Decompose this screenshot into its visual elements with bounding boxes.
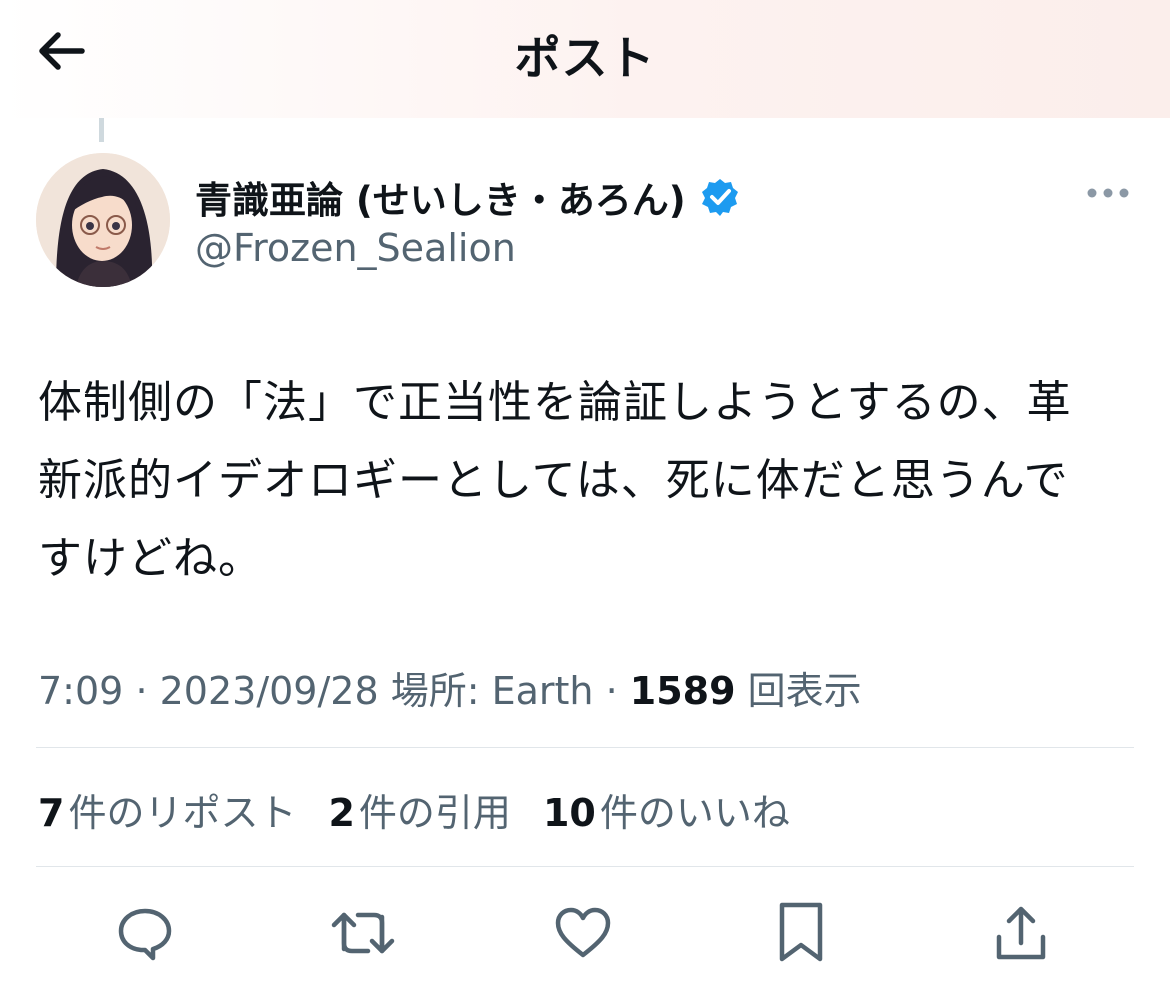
share-button[interactable] xyxy=(986,898,1056,968)
meta-separator: · xyxy=(605,669,630,713)
author-name-text: 青識亜論 (せいしき・あろん) xyxy=(195,179,686,222)
likes-count: 10 xyxy=(542,791,596,835)
avatar[interactable] xyxy=(36,153,170,287)
reply-button[interactable] xyxy=(110,898,180,968)
action-bar xyxy=(0,898,1170,968)
views-label: 回表示 xyxy=(747,669,862,713)
author-handle[interactable]: @Frozen_Sealion xyxy=(195,226,516,270)
post-location: 場所: Earth xyxy=(390,669,594,713)
quotes-stat[interactable]: 2 件の引用 xyxy=(328,782,510,837)
like-icon xyxy=(555,907,611,958)
divider xyxy=(36,747,1134,748)
post-text-line: すけどね。 xyxy=(38,533,263,584)
quotes-count: 2 xyxy=(328,791,355,835)
repost-button[interactable] xyxy=(328,898,398,968)
bookmark-icon xyxy=(779,902,823,962)
verified-badge-icon xyxy=(700,177,740,217)
top-bar: ポスト xyxy=(0,0,1170,118)
repost-icon xyxy=(331,912,395,954)
reposts-count: 7 xyxy=(38,791,65,835)
reposts-stat[interactable]: 7 件のリポスト xyxy=(38,782,296,837)
thread-line xyxy=(99,118,104,142)
post-meta: 7:09 · 2023/09/28 場所: Earth · 1589 回表示 xyxy=(38,660,862,715)
post-text: 体制側の「法」で正当性を論証しようとするの、革 新派的イデオロギーとしては、死に… xyxy=(38,364,1138,598)
page-title: ポスト xyxy=(514,31,656,85)
more-dots-icon xyxy=(1087,188,1129,198)
reposts-label: 件のリポスト xyxy=(68,791,297,835)
post-text-line: 新派的イデオロギーとしては、死に体だと思うんで xyxy=(38,455,1069,506)
more-options-button[interactable] xyxy=(1082,176,1134,210)
bookmark-button[interactable] xyxy=(766,898,836,968)
engagement-stats: 7 件のリポスト 2 件の引用 10 件のいいね xyxy=(38,782,790,837)
views-count: 1589 xyxy=(629,669,736,713)
meta-separator: · xyxy=(135,669,160,713)
reply-icon xyxy=(118,908,172,961)
quotes-label: 件の引用 xyxy=(358,791,511,835)
post-text-line: 体制側の「法」で正当性を論証しようとするの、革 xyxy=(38,377,1072,428)
likes-stat[interactable]: 10 件のいいね xyxy=(543,782,790,837)
post-time[interactable]: 7:09 xyxy=(38,669,123,713)
share-icon xyxy=(996,906,1046,960)
likes-label: 件のいいね xyxy=(599,791,790,835)
divider xyxy=(36,866,1134,867)
post-date[interactable]: 2023/09/28 xyxy=(160,669,379,713)
avatar-image xyxy=(36,153,170,287)
author-display-name[interactable]: 青識亜論 (せいしき・あろん) xyxy=(195,170,740,224)
like-button[interactable] xyxy=(548,898,618,968)
